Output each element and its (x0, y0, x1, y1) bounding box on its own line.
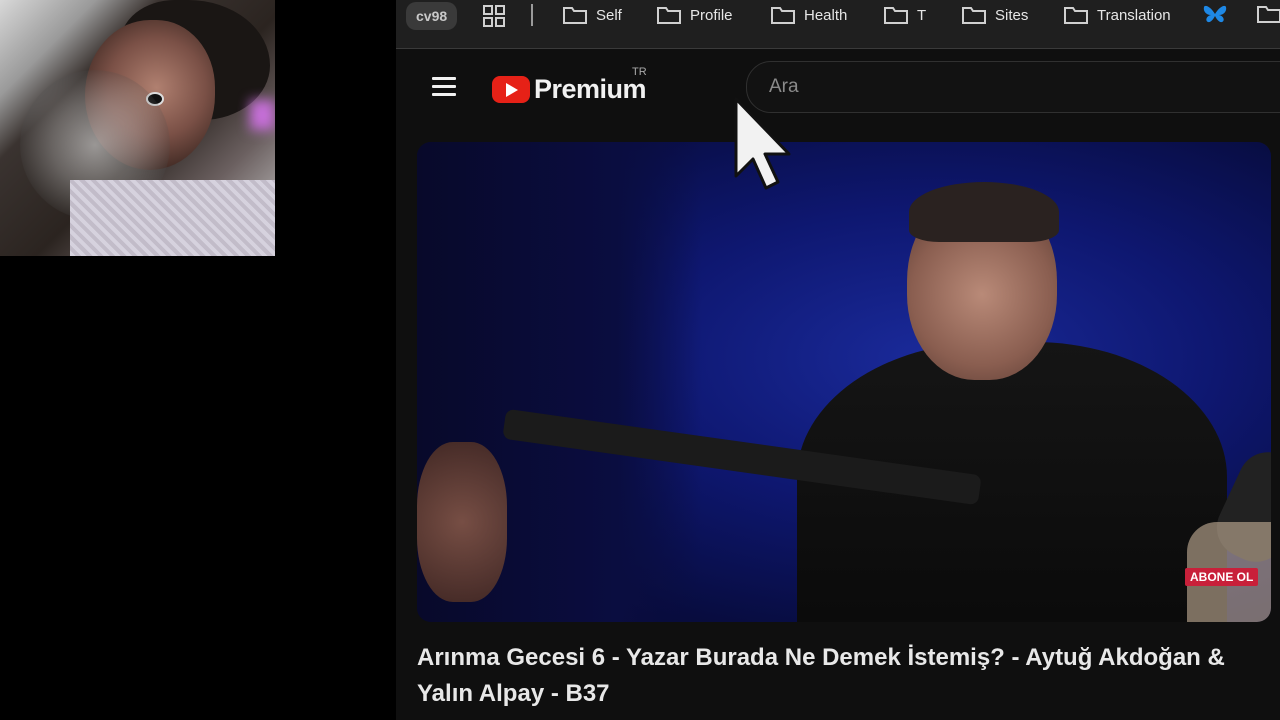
subscribe-overlay-button[interactable]: ABONE OL (1185, 568, 1259, 586)
country-code: TR (632, 66, 647, 78)
bookmark-label: Self (596, 6, 622, 24)
youtube-play-icon (492, 76, 530, 103)
bookmark-folder-profile[interactable]: Profile (656, 4, 733, 26)
bluesky-butterfly-icon[interactable] (1202, 3, 1228, 27)
bookmark-label: Translation (1097, 6, 1171, 24)
bookmark-label: Profile (690, 6, 733, 24)
bookmark-label: T (917, 6, 927, 24)
folder-icon (1064, 7, 1088, 24)
mouse-cursor-icon (734, 97, 791, 190)
webcam-bedsheet (70, 180, 275, 256)
bookmark-folder-health[interactable]: Health (770, 4, 847, 26)
logo-text: Premium (534, 74, 647, 104)
bookmarks-separator (531, 4, 533, 26)
youtube-header: Premium TR (396, 49, 1280, 129)
search-input[interactable] (767, 75, 1251, 99)
webcam-light (250, 100, 275, 130)
profile-chip[interactable]: cv98 (406, 2, 458, 30)
folder-icon (657, 7, 681, 24)
folder-icon (884, 7, 908, 24)
video-title: Arınma Gecesi 6 - Yazar Burada Ne Demek … (417, 644, 1225, 707)
video-player[interactable]: ABONE OL (417, 142, 1271, 622)
bookmark-folder-sites[interactable]: Sites (961, 4, 1028, 26)
folder-icon (563, 7, 587, 24)
bookmarks-bar: cv98 Self Profile Health T Sites Transla… (396, 0, 1280, 49)
apps-grid-icon[interactable] (482, 4, 506, 28)
folder-icon (962, 7, 986, 24)
youtube-premium-logo[interactable]: Premium TR (492, 66, 647, 105)
browser-panel: cv98 Self Profile Health T Sites Transla… (396, 0, 1280, 720)
menu-hamburger-icon[interactable] (432, 77, 456, 97)
folder-icon[interactable] (1256, 4, 1280, 24)
bookmark-label: Health (804, 6, 848, 24)
bookmark-folder-t[interactable]: T (883, 4, 926, 26)
search-box[interactable] (746, 61, 1280, 113)
speaker-hair (909, 182, 1059, 242)
folder-icon (771, 7, 795, 24)
bookmark-folder-translation[interactable]: Translation (1063, 4, 1171, 26)
webcam-overlay (0, 0, 275, 256)
video-guest-hand (417, 442, 507, 602)
bookmark-folder-self[interactable]: Self (562, 4, 622, 26)
bookmark-label: Sites (995, 6, 1029, 24)
